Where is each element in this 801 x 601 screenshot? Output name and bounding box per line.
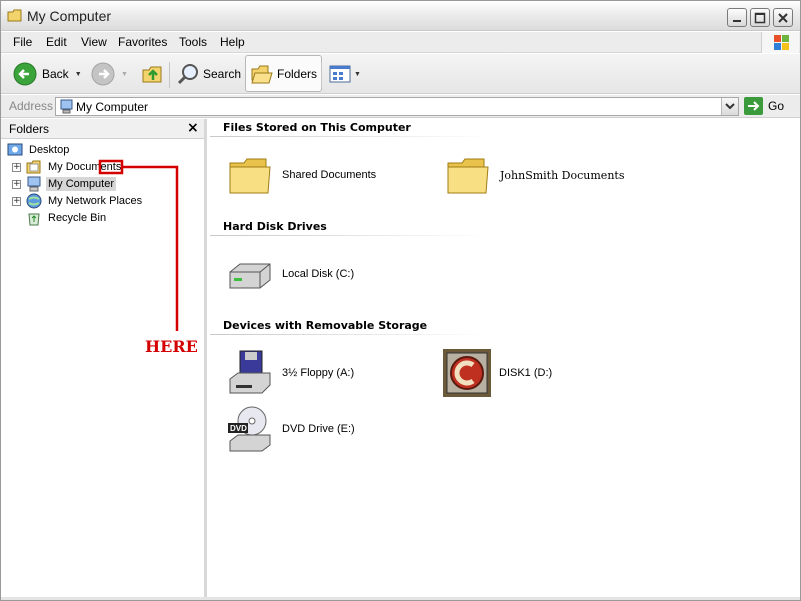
- back-dropdown-icon[interactable]: ▼: [75, 71, 82, 78]
- recycle-bin-icon: [28, 213, 40, 225]
- item-label: Shared Documents: [282, 169, 377, 181]
- menu-tools[interactable]: Tools: [179, 35, 207, 49]
- maximize-button[interactable]: [750, 8, 770, 27]
- up-folder-button[interactable]: [141, 60, 165, 88]
- folders-pane-title: Folders: [9, 122, 50, 136]
- expand-my-computer-icon[interactable]: +: [12, 180, 21, 189]
- content-pane: Files Stored on This Computer Shared Doc…: [210, 119, 800, 600]
- forward-dropdown-icon[interactable]: ▼: [121, 71, 128, 78]
- item-disk1-d[interactable]: DISK1 (D:): [443, 349, 552, 397]
- item-label: DISK1 (D:): [499, 367, 553, 379]
- chevron-down-icon: [725, 103, 735, 110]
- folders-icon: [251, 65, 273, 83]
- address-dropdown-button[interactable]: [721, 98, 738, 115]
- back-label: Back: [42, 67, 69, 81]
- menu-help[interactable]: Help: [220, 35, 245, 49]
- my-computer-icon: [27, 176, 41, 191]
- window-title: My Computer: [27, 8, 112, 24]
- go-arrow-icon: [744, 97, 763, 115]
- my-computer-small-icon: [60, 99, 73, 114]
- expand-network-places-icon[interactable]: +: [12, 197, 21, 206]
- my-documents-icon: [26, 160, 41, 173]
- address-bar: Address My Computer Go: [1, 95, 800, 118]
- hard-disk-icon: [229, 263, 271, 289]
- search-label: Search: [203, 67, 242, 81]
- folder-icon: [447, 158, 489, 194]
- svg-text:DVD: DVD: [230, 424, 247, 433]
- group-divider: [210, 334, 490, 335]
- window-bottom-edge: [1, 597, 800, 600]
- item-floppy-a[interactable]: 3½ Floppy (A:): [226, 349, 354, 397]
- address-input[interactable]: My Computer: [55, 97, 739, 116]
- views-icon: [329, 65, 351, 83]
- item-label: 3½ Floppy (A:): [282, 367, 355, 379]
- toolbar-separator: [169, 62, 170, 88]
- address-value: My Computer: [76, 100, 149, 114]
- back-arrow-icon: [13, 62, 37, 86]
- windows-logo-icon: [761, 32, 799, 53]
- item-label: Local Disk (C:): [282, 268, 355, 280]
- tree-item-recycle-bin[interactable]: Recycle Bin: [26, 209, 108, 226]
- menu-view[interactable]: View: [81, 35, 107, 49]
- folders-button[interactable]: Folders: [245, 55, 323, 92]
- group-divider: [210, 235, 490, 236]
- folder-title-icon: [7, 9, 23, 22]
- close-button[interactable]: [773, 8, 793, 27]
- cd-disk-icon: [443, 349, 491, 397]
- toolbar-separator: [321, 62, 322, 88]
- forward-arrow-icon: [91, 62, 115, 86]
- explorer-window: My Computer File Edit View Favorites Too…: [0, 0, 801, 601]
- item-local-disk-c[interactable]: Local Disk (C:): [226, 250, 354, 298]
- group-divider: [210, 136, 490, 137]
- folder-icon: [229, 158, 271, 194]
- minimize-button[interactable]: [727, 8, 747, 27]
- close-pane-icon[interactable]: ×: [187, 120, 199, 136]
- group-title-files-stored: Files Stored on This Computer: [223, 121, 411, 134]
- views-button[interactable]: ▼: [329, 60, 361, 88]
- toolbar: Back ▼ ▼ Search Folders ▼: [1, 54, 800, 94]
- go-label: Go: [768, 99, 785, 113]
- menu-favorites[interactable]: Favorites: [118, 35, 167, 49]
- dvd-drive-icon: DVD: [228, 406, 271, 452]
- annotation-arrow: [98, 159, 179, 331]
- forward-button[interactable]: ▼: [91, 60, 128, 88]
- search-icon: [177, 64, 198, 85]
- group-title-removable-storage: Devices with Removable Storage: [223, 319, 428, 332]
- back-button[interactable]: Back ▼: [13, 60, 82, 88]
- network-places-icon: [26, 193, 42, 208]
- item-shared-documents[interactable]: Shared Documents: [226, 151, 376, 199]
- folders-pane-header: Folders ×: [1, 119, 204, 139]
- item-label: JohnSmith Documents: [500, 168, 625, 182]
- item-label: DVD Drive (E:): [282, 423, 355, 435]
- address-label: Address: [9, 99, 54, 113]
- tree-item-desktop[interactable]: Desktop: [7, 141, 71, 158]
- item-johnsmith-documents[interactable]: JohnSmith Documents: [444, 151, 624, 199]
- tree-label: Desktop: [29, 143, 70, 156]
- here-annotation-label: HERE: [145, 337, 198, 356]
- menu-edit[interactable]: Edit: [46, 35, 67, 49]
- search-button[interactable]: Search: [176, 60, 241, 88]
- expand-my-documents-icon[interactable]: +: [12, 163, 21, 172]
- item-dvd-drive-e[interactable]: DVD DVD Drive (E:): [226, 405, 355, 453]
- group-title-hard-disk-drives: Hard Disk Drives: [223, 220, 327, 233]
- menu-file[interactable]: File: [13, 35, 32, 49]
- up-folder-icon: [142, 66, 162, 83]
- folders-label: Folders: [277, 66, 318, 81]
- floppy-drive-icon: [229, 350, 271, 394]
- desktop-icon: [7, 143, 23, 155]
- title-bar[interactable]: My Computer: [1, 1, 800, 31]
- menu-bar: File Edit View Favorites Tools Help: [1, 32, 800, 53]
- go-button[interactable]: Go: [744, 97, 784, 115]
- views-dropdown-icon[interactable]: ▼: [354, 71, 361, 78]
